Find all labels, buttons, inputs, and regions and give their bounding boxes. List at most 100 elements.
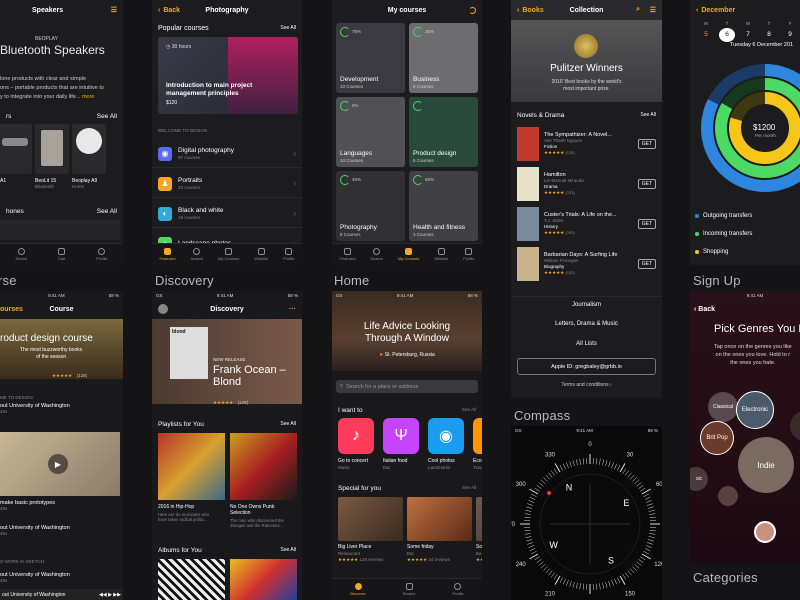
list-link[interactable]: Journalism: [511, 296, 662, 312]
back-button[interactable]: ‹ Back: [158, 7, 180, 14]
tab-profile[interactable]: Profile: [463, 248, 474, 261]
apple-id-button[interactable]: Apple ID: gregbaley@grbb.io: [517, 358, 656, 375]
get-button[interactable]: GET: [637, 139, 656, 149]
list-link[interactable]: All Lists: [511, 336, 662, 352]
search-field[interactable]: ⌕ Search for a place or address: [336, 380, 478, 393]
see-all-link[interactable]: See All: [280, 421, 296, 428]
tab-my-courses[interactable]: My Courses: [398, 248, 419, 261]
get-button[interactable]: GET: [637, 219, 656, 229]
place-card[interactable]: [338, 497, 403, 541]
date-cell[interactable]: 5: [698, 28, 714, 42]
lesson-item[interactable]: out University of Washington 45s: [0, 572, 70, 583]
tab-featured[interactable]: Featured: [339, 248, 355, 261]
tab-profile[interactable]: Profile: [283, 248, 294, 261]
tab-stores[interactable]: Stores: [15, 248, 27, 261]
date-cell[interactable]: 6: [719, 28, 735, 42]
tab-featured[interactable]: Featured: [159, 248, 175, 261]
genre-bubble[interactable]: Indie: [738, 437, 794, 493]
terms-link[interactable]: Terms and conditions ›: [511, 382, 662, 388]
back-button[interactable]: ‹ Books: [517, 7, 544, 14]
player-controls-icon[interactable]: ◀◀ ▶ ▶▶: [99, 592, 121, 598]
genre-bubble[interactable]: [718, 486, 738, 506]
see-all-link[interactable]: See All: [462, 485, 476, 492]
course-tile[interactable]: Product design 6 Courses: [409, 97, 478, 167]
album-card[interactable]: [230, 559, 297, 600]
featured-banner[interactable]: blond NEW RELEASE Frank Ocean – Blond ★★…: [152, 319, 302, 405]
course-tile[interactable]: 30% Business 5 Courses: [409, 23, 478, 93]
place-card[interactable]: [407, 497, 472, 541]
tab-wishlist[interactable]: Wishlist: [254, 248, 268, 261]
category-row[interactable]: ◉ Digital photography 97 courses ›: [152, 140, 302, 168]
date-cell[interactable]: 7: [740, 28, 756, 42]
rating: ★★★★★ (128): [544, 150, 575, 155]
more-link[interactable]: more: [82, 94, 95, 100]
search-icon[interactable]: ⌕: [636, 6, 640, 14]
get-button[interactable]: GET: [637, 179, 656, 189]
fork-knife-icon[interactable]: Ψ: [383, 418, 419, 454]
genre-bubble[interactable]: [790, 411, 800, 441]
book-cover: [517, 167, 539, 201]
playlist-card[interactable]: [158, 433, 225, 500]
see-all-link[interactable]: See All: [97, 208, 117, 215]
video-thumbnail[interactable]: ▶: [0, 432, 120, 496]
list-icon[interactable]: ☰: [650, 6, 656, 14]
camera-icon[interactable]: ◉: [428, 418, 464, 454]
tab-routes[interactable]: Routes: [403, 583, 415, 596]
tab-search[interactable]: Search: [190, 248, 203, 261]
music-icon[interactable]: ♪: [338, 418, 374, 454]
album-card[interactable]: [158, 559, 225, 600]
date-cell[interactable]: 9: [782, 28, 798, 42]
see-all-link[interactable]: See All: [280, 547, 296, 554]
product-card[interactable]: [0, 124, 32, 174]
course-tile[interactable]: 40% Photography 8 Courses: [336, 171, 405, 241]
book-row[interactable]: Hamilton Lin-Manuel Miranda Drama ★★★★★ (23…: [511, 165, 662, 203]
tab-cart[interactable]: Cart: [58, 248, 65, 261]
lesson-item[interactable]: out University of Washington 45s: [0, 403, 70, 414]
playlist-card[interactable]: [230, 433, 297, 500]
genre-bubble[interactable]: Classical: [708, 392, 738, 422]
section-caption: WELCOME TO DESIGN: [158, 128, 208, 133]
course-tile[interactable]: 75% Development 10 Courses: [336, 23, 405, 93]
category-row[interactable]: ◐ Black and white 19 courses ›: [152, 200, 302, 228]
book-row[interactable]: Barbarian Days: A Surfing Life William Fi…: [511, 245, 662, 283]
category-row[interactable]: ♟ Portraits 43 courses ›: [152, 170, 302, 198]
travel-icon[interactable]: ✈: [473, 418, 482, 454]
mini-player[interactable]: out University of Washington ◀◀ ▶ ▶▶: [0, 589, 123, 600]
see-all-link[interactable]: See All: [280, 25, 296, 32]
tab-profile[interactable]: Profile: [96, 248, 108, 261]
back-button[interactable]: ‹ December: [696, 7, 735, 14]
course-card[interactable]: ◷ 30 hours Introduction to main project …: [158, 37, 298, 114]
product-card[interactable]: [72, 124, 106, 174]
see-all-link[interactable]: See All: [462, 407, 476, 414]
lesson-item[interactable]: make basic prototypes 45s: [0, 500, 55, 511]
play-icon[interactable]: ▶: [48, 454, 68, 474]
back-button[interactable]: ‹ Back: [694, 306, 715, 313]
compass-tick: [644, 548, 651, 552]
book-row[interactable]: Custer's Trials: A Life on the... T.J. St…: [511, 205, 662, 243]
genre-bubble[interactable]: sic: [690, 467, 708, 491]
course-tile[interactable]: 50% Health and fitness 3 Courses: [409, 171, 478, 241]
date-cell[interactable]: 8: [761, 28, 777, 42]
tab-profile[interactable]: Profile: [452, 583, 464, 596]
genre-bubble[interactable]: Brit Pop: [700, 421, 734, 455]
progress-icon[interactable]: [469, 6, 476, 14]
course-tile[interactable]: 0% Languages 10 Courses: [336, 97, 405, 167]
avatar[interactable]: [754, 521, 776, 543]
place-card[interactable]: [476, 497, 482, 541]
see-all-link[interactable]: See All: [97, 113, 117, 120]
genre-bubble[interactable]: Electronic: [736, 391, 774, 429]
tab-search[interactable]: Search: [370, 248, 383, 261]
book-row[interactable]: The Sympathizer: A Novel... Viet Thanh Ng…: [511, 125, 662, 163]
tab-wishlist[interactable]: Wishlist: [434, 248, 448, 261]
see-all-link[interactable]: See All: [640, 112, 656, 119]
avatar[interactable]: [158, 304, 168, 314]
product-card[interactable]: [35, 124, 69, 174]
tab-my-courses[interactable]: My Courses: [218, 248, 239, 261]
list-link[interactable]: Letters, Drama & Music: [511, 316, 662, 332]
get-button[interactable]: GET: [637, 259, 656, 269]
tab-discover[interactable]: Discover: [350, 583, 366, 596]
list-icon[interactable]: ☰: [111, 6, 117, 14]
lesson-item[interactable]: out University of Washington 45s: [0, 525, 70, 536]
back-button[interactable]: ourses: [0, 306, 23, 313]
more-icon[interactable]: ···: [289, 306, 296, 313]
